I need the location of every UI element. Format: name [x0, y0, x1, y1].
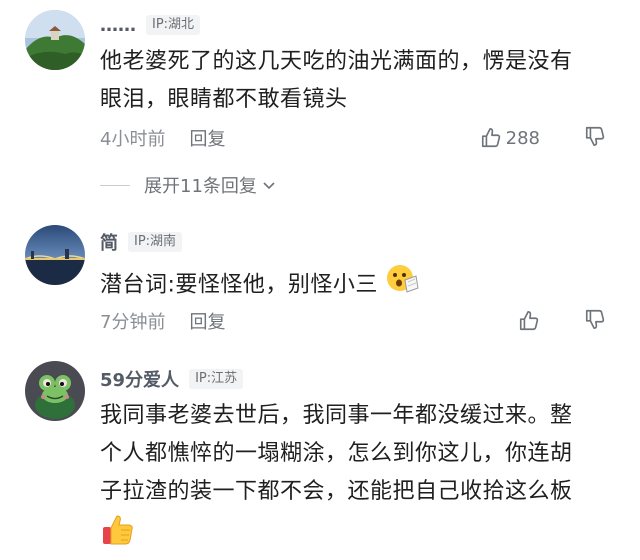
dislike-button[interactable]: [584, 308, 606, 334]
ip-location-badge: IP:湖北: [146, 15, 201, 35]
timestamp: 7分钟前: [100, 312, 166, 333]
city-bridge-avatar: [25, 225, 85, 285]
thumbs-down-icon: [585, 126, 605, 146]
reply-button[interactable]: 回复: [189, 308, 225, 334]
comment-meta: 7分钟前 回复: [100, 307, 225, 335]
landscape-hill-avatar: [25, 10, 85, 70]
cartoon-frog-avatar: [25, 361, 85, 421]
user-avatar[interactable]: [25, 225, 85, 285]
username[interactable]: 59分爱人: [100, 366, 179, 392]
chevron-down-icon: [263, 182, 275, 190]
comment-actions: [518, 306, 606, 336]
username[interactable]: ……: [100, 15, 136, 36]
thumbs-up-emoji: [100, 511, 136, 560]
comment-text: 潜台词:要怪怪他，别怪小三: [100, 262, 610, 309]
comment-text: 我同事老婆去世后，我同事一年都没缓过来。整 个人都憔悴的一塌糊涂，怎么到你这儿，…: [100, 397, 610, 560]
surprised-clap-emoji: [385, 262, 419, 309]
expand-replies-label: 展开11条回复: [144, 176, 257, 197]
comment-text-line: 潜台词:要怪怪他，别怪小三: [100, 272, 378, 298]
comment-text-line: 眼泪，眼睛都不敢看镜头: [100, 87, 348, 112]
dislike-button[interactable]: [584, 125, 606, 151]
comment-text-line: 他老婆死了的这几天吃的油光满面的，愣是没有: [100, 49, 573, 74]
user-avatar[interactable]: [25, 10, 85, 70]
ip-location-badge: IP:江苏: [189, 369, 244, 389]
name-row: 59分爱人 IP:江苏: [100, 366, 244, 392]
ip-location-badge: IP:湖南: [128, 232, 183, 252]
comment-text-line: 我同事老婆去世后，我同事一年都没缓过来。整: [100, 403, 573, 428]
thumbs-down-icon: [585, 309, 605, 329]
like-button[interactable]: 288: [480, 127, 540, 149]
thumbs-up-icon: [481, 128, 500, 148]
user-avatar[interactable]: [25, 361, 85, 421]
thumbs-up-icon: [519, 311, 539, 331]
comment-text-line: 个人都憔悴的一塌糊涂，怎么到你这儿，你连胡: [100, 441, 573, 466]
divider-line: [100, 184, 130, 186]
username[interactable]: 简: [100, 229, 118, 255]
like-count: 288: [505, 127, 540, 149]
comment-text-line: 子拉渣的装一下都不会，还能把自己收拾这么板: [100, 479, 573, 504]
comment-actions: 288: [480, 123, 606, 153]
name-row: 简 IP:湖南: [100, 229, 183, 255]
timestamp: 4小时前: [100, 129, 166, 150]
like-button[interactable]: [518, 310, 540, 332]
comment-meta: 4小时前 回复: [100, 124, 225, 152]
name-row: …… IP:湖北: [100, 12, 201, 38]
expand-replies-button[interactable]: 展开11条回复: [100, 172, 277, 198]
comment-text: 他老婆死了的这几天吃的油光满面的，愣是没有 眼泪，眼睛都不敢看镜头: [100, 43, 610, 119]
reply-button[interactable]: 回复: [189, 125, 225, 151]
